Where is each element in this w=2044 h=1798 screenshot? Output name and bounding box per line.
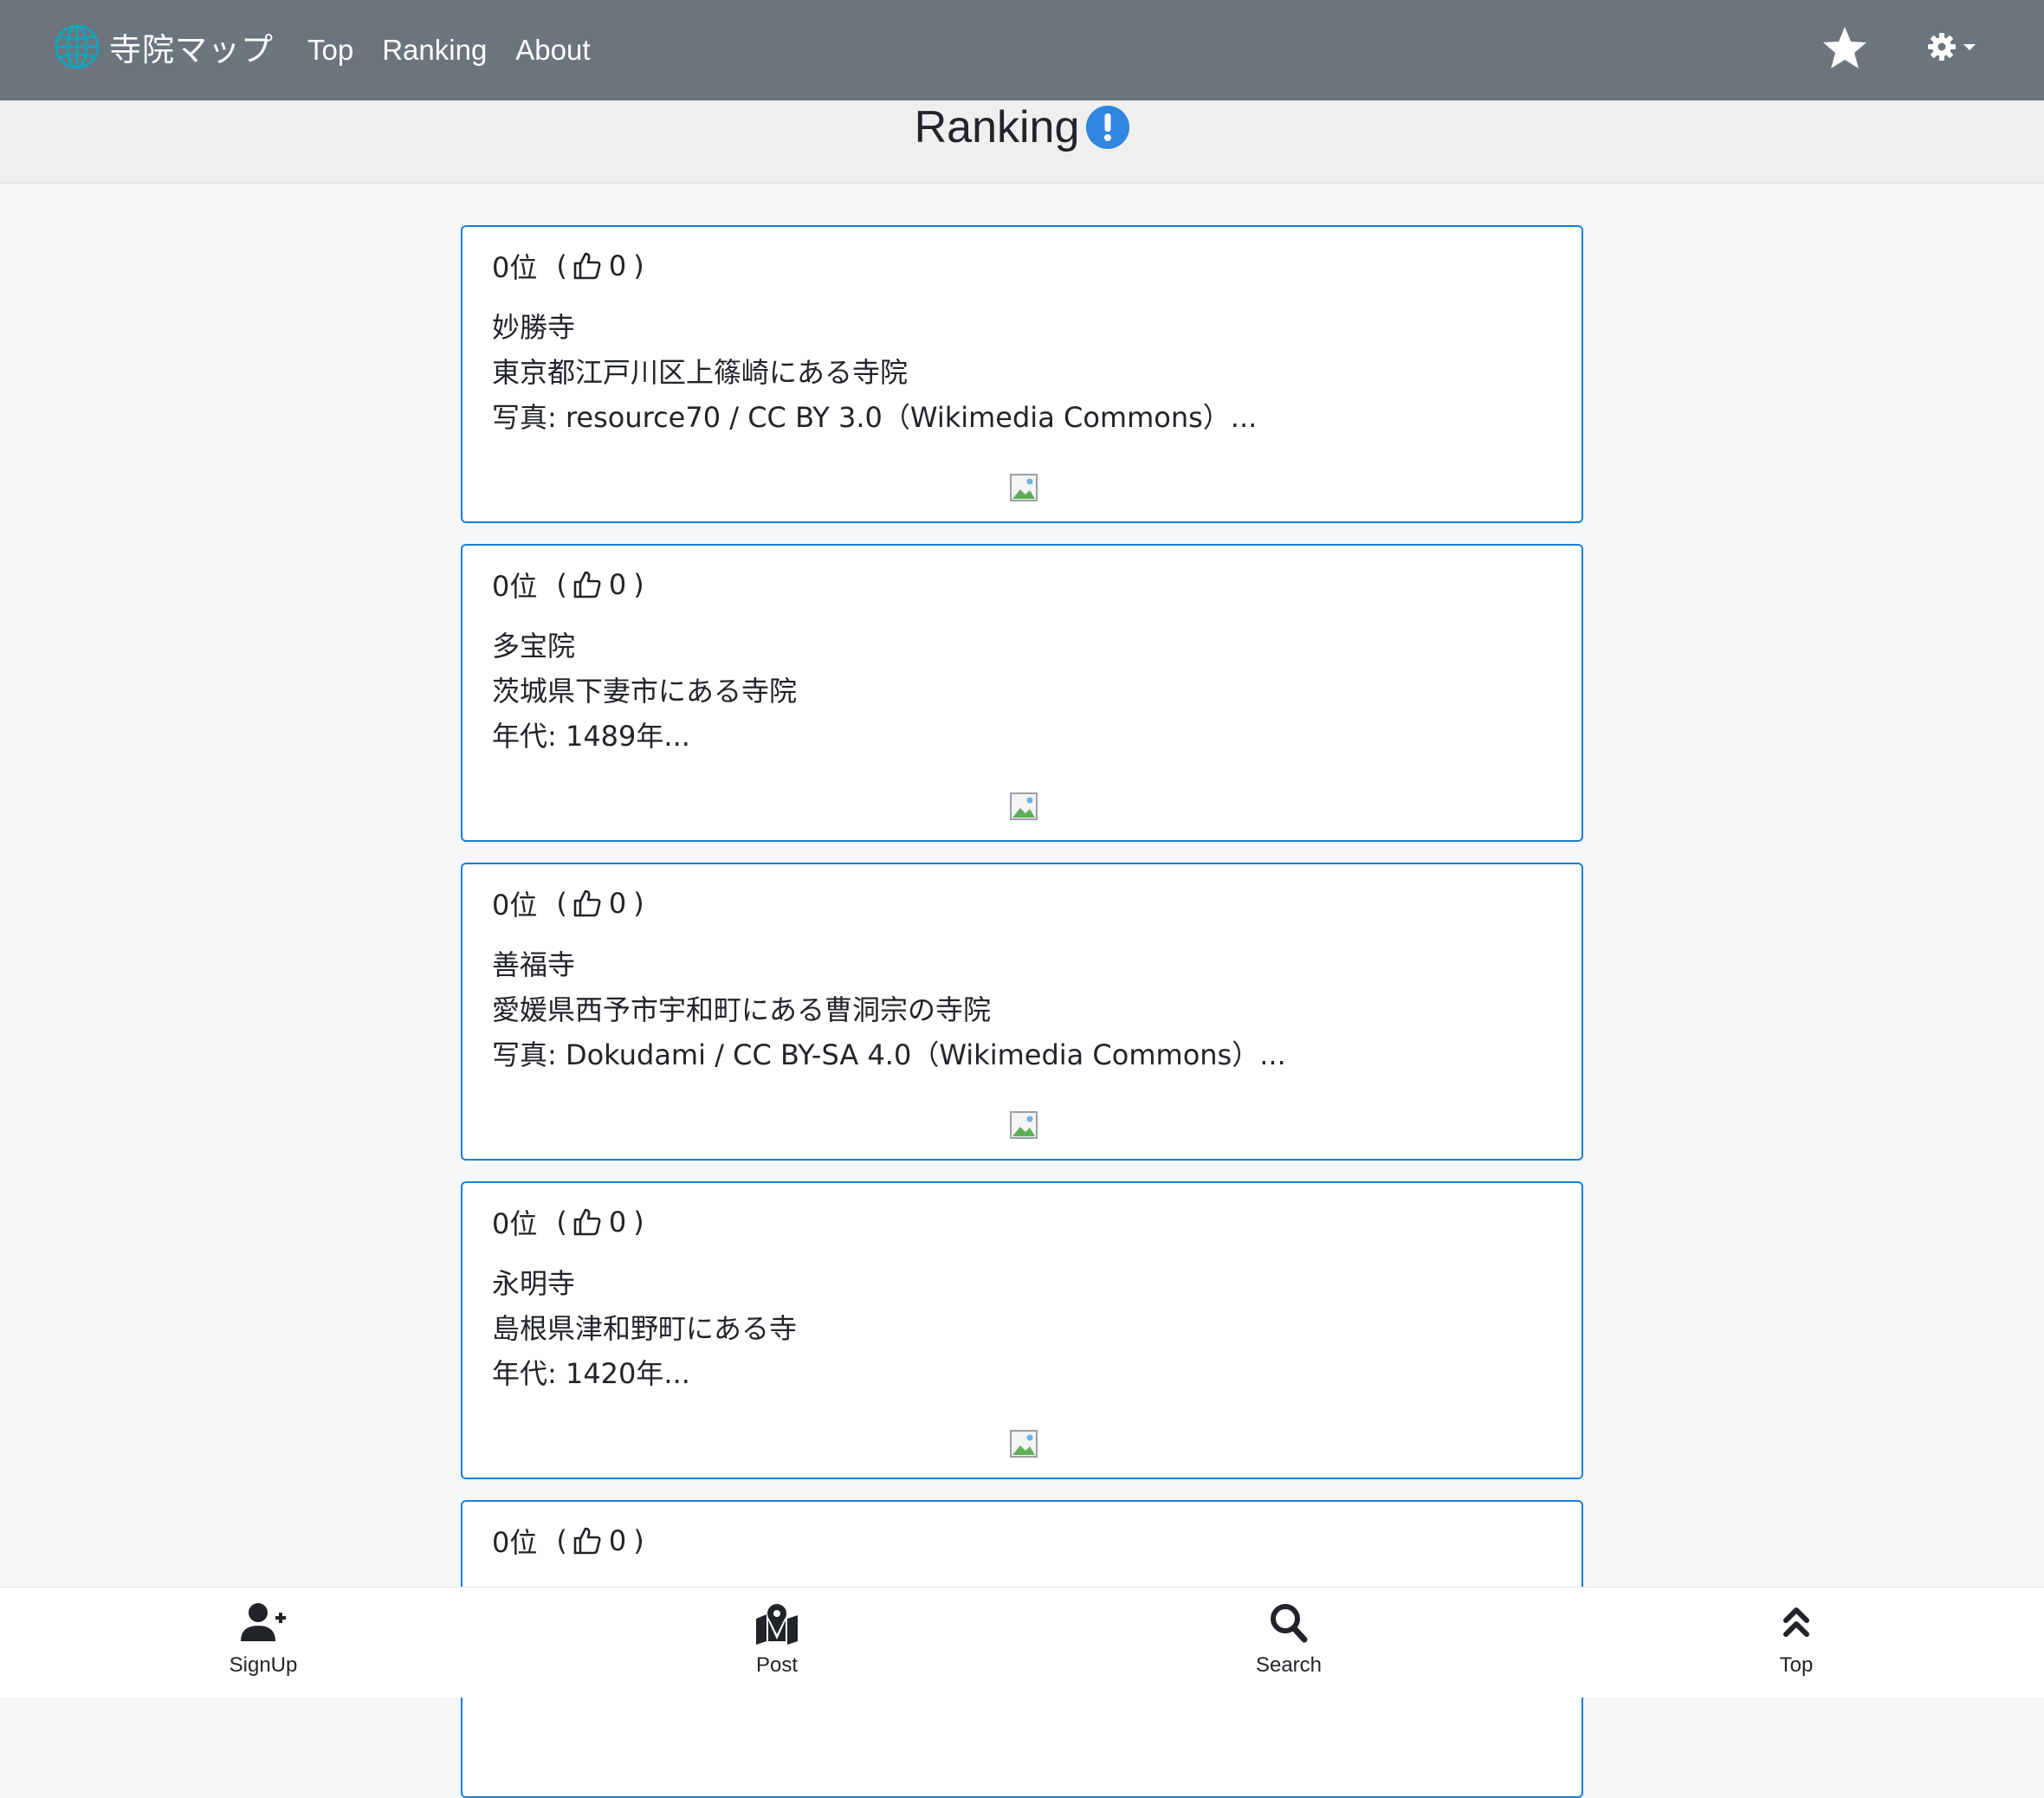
bottom-nav-post[interactable]: Post bbox=[690, 1601, 864, 1678]
open-paren: ( bbox=[556, 1206, 567, 1239]
card-body: 妙勝寺 東京都江戸川区上篠崎にある寺院 写真: resource70 / CC … bbox=[492, 305, 1257, 440]
broken-image-icon bbox=[1010, 1430, 1038, 1458]
card-header: 0位 ( 0 ) bbox=[492, 1202, 644, 1242]
exclamation-circle-icon[interactable] bbox=[1086, 106, 1130, 149]
rank-label: 0位 bbox=[492, 570, 538, 603]
temple-description: 島根県津和野町にある寺 bbox=[492, 1312, 798, 1345]
temple-description: 東京都江戸川区上篠崎にある寺院 bbox=[492, 356, 909, 389]
close-paren: ) bbox=[633, 887, 644, 920]
gear-icon bbox=[1928, 33, 1956, 61]
rank-label: 0位 bbox=[492, 1526, 538, 1559]
bottom-nav-signup[interactable]: SignUp bbox=[177, 1601, 350, 1678]
ranking-card[interactable]: 0位 ( 0 ) 善福寺 愛媛県西予市宇和町にある曹洞宗の寺院 写真: Doku… bbox=[461, 863, 1583, 1161]
card-body: 善福寺 愛媛県西予市宇和町にある曹洞宗の寺院 写真: Dokudami / CC… bbox=[492, 942, 1286, 1077]
like-count: 0 bbox=[608, 1206, 627, 1239]
bottom-nav-label: Post bbox=[755, 1653, 799, 1677]
open-paren: ( bbox=[556, 249, 567, 282]
ranking-card[interactable]: 0位 ( 0 ) 妙勝寺 東京都江戸川区上篠崎にある寺院 写真: resourc… bbox=[461, 225, 1583, 523]
rank-label: 0位 bbox=[492, 889, 538, 922]
bottom-nav-label: Search bbox=[1255, 1653, 1323, 1677]
brand[interactable]: 寺院マップ bbox=[54, 23, 274, 70]
bottom-nav: SignUp Post Search Top bbox=[0, 1587, 2044, 1698]
ranking-card[interactable]: 0位 ( 0 ) 多宝院 茨城県下妻市にある寺院 年代: 1489年... bbox=[461, 544, 1583, 842]
close-paren: ) bbox=[633, 249, 644, 282]
open-paren: ( bbox=[556, 1524, 567, 1557]
card-header: 0位 ( 0 ) bbox=[492, 1521, 644, 1561]
nav-link-ranking[interactable]: Ranking bbox=[382, 34, 487, 67]
temple-name: 永明寺 bbox=[492, 1267, 576, 1300]
map-marker-icon bbox=[756, 1604, 798, 1645]
temple-name: 多宝院 bbox=[492, 630, 576, 663]
search-icon bbox=[1271, 1604, 1308, 1643]
card-body: 多宝院 茨城県下妻市にある寺院 年代: 1489年... bbox=[492, 624, 797, 759]
bottom-nav-label: Top bbox=[1779, 1653, 1814, 1677]
bottom-nav-top[interactable]: Top bbox=[1710, 1601, 1883, 1678]
card-body: 永明寺 島根県津和野町にある寺 年代: 1420年... bbox=[492, 1261, 797, 1396]
double-chevron-up-icon bbox=[1783, 1607, 1809, 1637]
card-header: 0位 ( 0 ) bbox=[492, 246, 644, 286]
thumbs-up-icon[interactable] bbox=[572, 889, 602, 918]
rank-label: 0位 bbox=[492, 1207, 538, 1240]
bottom-nav-label: SignUp bbox=[229, 1653, 298, 1677]
page-header: Ranking bbox=[0, 100, 2044, 184]
caret-down-icon bbox=[1963, 44, 1976, 50]
open-paren: ( bbox=[556, 568, 567, 601]
card-header: 0位 ( 0 ) bbox=[492, 883, 644, 923]
thumbs-up-icon[interactable] bbox=[572, 1207, 602, 1237]
nav-link-top[interactable]: Top bbox=[307, 34, 353, 67]
temple-name: 妙勝寺 bbox=[492, 311, 576, 344]
globe-icon bbox=[55, 24, 100, 69]
like-count: 0 bbox=[608, 249, 627, 282]
close-paren: ) bbox=[633, 568, 644, 601]
nav-links: Top Ranking About bbox=[307, 0, 619, 100]
card-header: 0位 ( 0 ) bbox=[492, 565, 644, 605]
brand-title[interactable]: 寺院マップ bbox=[109, 23, 274, 70]
settings-dropdown-button[interactable] bbox=[1926, 31, 1980, 62]
broken-image-icon bbox=[1010, 474, 1038, 501]
top-navbar: 寺院マップ Top Ranking About bbox=[0, 0, 2044, 100]
close-paren: ) bbox=[633, 1206, 644, 1239]
close-paren: ) bbox=[633, 1524, 644, 1557]
broken-image-icon bbox=[1010, 1111, 1038, 1139]
temple-detail: 年代: 1420年... bbox=[492, 1357, 690, 1390]
star-icon[interactable] bbox=[1821, 24, 1869, 73]
bottom-nav-search[interactable]: Search bbox=[1202, 1601, 1375, 1678]
temple-detail: 写真: Dokudami / CC BY-SA 4.0（Wikimedia Co… bbox=[492, 1038, 1286, 1071]
like-count: 0 bbox=[608, 568, 627, 601]
thumbs-up-icon[interactable] bbox=[572, 251, 602, 281]
temple-detail: 年代: 1489年... bbox=[492, 720, 690, 753]
broken-image-icon bbox=[1010, 792, 1038, 820]
temple-description: 愛媛県西予市宇和町にある曹洞宗の寺院 bbox=[492, 993, 992, 1026]
temple-description: 茨城県下妻市にある寺院 bbox=[492, 675, 798, 708]
open-paren: ( bbox=[556, 887, 567, 920]
thumbs-up-icon[interactable] bbox=[572, 570, 602, 599]
user-plus-icon bbox=[241, 1603, 286, 1641]
page-title: Ranking bbox=[914, 102, 1080, 152]
rank-label: 0位 bbox=[492, 251, 538, 284]
nav-link-about[interactable]: About bbox=[515, 34, 590, 67]
like-count: 0 bbox=[608, 887, 627, 920]
like-count: 0 bbox=[608, 1524, 627, 1557]
thumbs-up-icon[interactable] bbox=[572, 1526, 602, 1555]
temple-detail: 写真: resource70 / CC BY 3.0（Wikimedia Com… bbox=[492, 401, 1258, 434]
temple-name: 善福寺 bbox=[492, 948, 576, 981]
ranking-card[interactable]: 0位 ( 0 ) 永明寺 島根県津和野町にある寺 年代: 1420年... bbox=[461, 1181, 1583, 1479]
